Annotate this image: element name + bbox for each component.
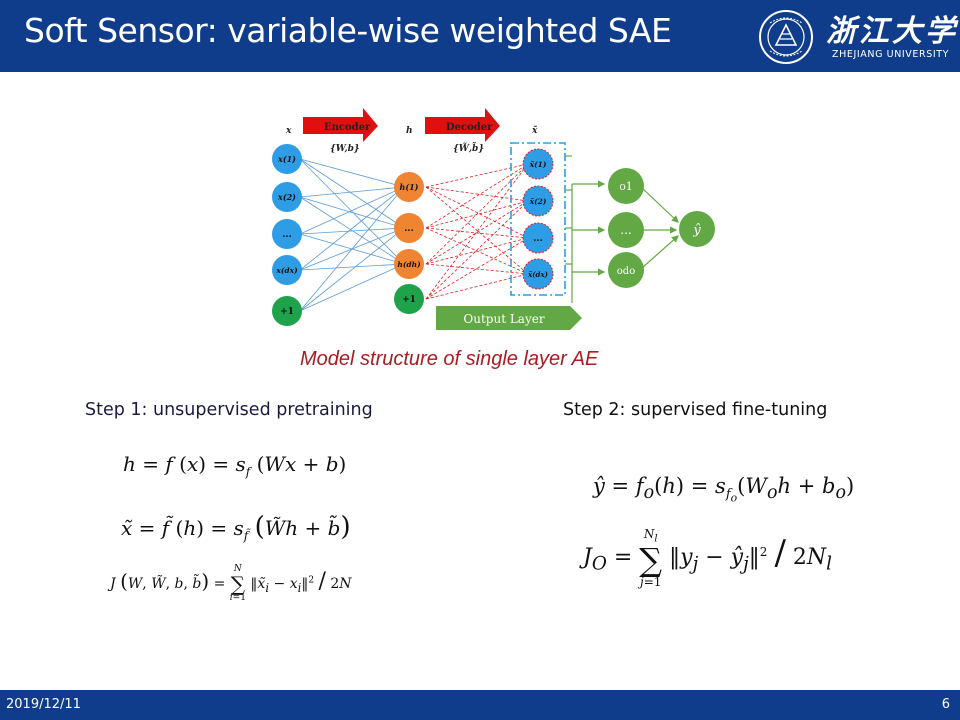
encoder-params: {W,b}: [330, 144, 360, 154]
prediction-equation: ŷ = fo(h) = sfo(Woh + bo): [593, 474, 855, 505]
diagram-caption: Model structure of single layer AE: [300, 348, 599, 370]
university-seal-icon: [759, 10, 813, 64]
encoder-equation: h = f (x) = sf (Wx + b): [123, 452, 347, 479]
hidden-node-label: h(1): [400, 182, 419, 192]
input-node-label: x(1): [277, 154, 296, 164]
output-node-label: o1: [619, 180, 633, 193]
supervised-loss-equation: JO = Nl ∑ j=1 ‖yj − ŷj‖2 / 2Nl: [583, 527, 833, 590]
final-output-label: ŷ: [692, 223, 701, 238]
university-name-chinese: 浙江大学: [826, 14, 958, 49]
page-number: 6: [941, 697, 950, 712]
footer-bar: 2019/12/11 6: [0, 690, 960, 720]
encoder-connections: [299, 158, 405, 312]
input-node-label: x(dx): [275, 266, 298, 275]
reconstruction-node-label: x̃(2): [529, 197, 547, 206]
reconstruction-node-label: x̃(1): [529, 160, 547, 169]
decoder-equation: x̃ = f̃ (h) = sf̃ (W̃h + b̃): [121, 512, 351, 543]
reconstruction-layer: x̃(1) x̃(2) ... x̃(dx): [522, 148, 554, 290]
output-node-label: odo: [617, 266, 635, 277]
input-layer: x(1) x(2) ... x(dx) +1: [272, 144, 302, 326]
hidden-layer-label: h: [406, 126, 413, 136]
input-node-label: +1: [280, 307, 294, 317]
reconstruction-loss-equation: J (W, W̃, b, b̃) = N ∑ i=1 ‖x̃i − xi‖2 / 2…: [110, 564, 352, 603]
reconstruction-node-label: ...: [533, 234, 542, 244]
decoder-label: Decoder: [446, 122, 493, 133]
step2-heading: Step 2: supervised fine-tuning: [563, 400, 828, 420]
hidden-node-label: +1: [402, 295, 416, 305]
hidden-node-label: ...: [404, 224, 413, 234]
title-bar: Soft Sensor: variable-wise weighted SAE …: [0, 0, 960, 72]
step1-heading: Step 1: unsupervised pretraining: [85, 400, 373, 420]
slide-title: Soft Sensor: variable-wise weighted SAE: [24, 11, 672, 50]
hidden-layer: h(1) ... h(dh) +1: [394, 172, 424, 314]
decoder-connections: [425, 162, 529, 300]
university-name-english: ZHEJIANG UNIVERSITY: [832, 49, 950, 60]
hidden-node-label: h(dh): [397, 260, 421, 269]
footer-date: 2019/12/11: [6, 697, 81, 712]
input-node-label: x(2): [277, 192, 296, 202]
decoder-params: {W̃,b̃}: [453, 141, 484, 154]
encoder-label: Encoder: [324, 122, 371, 133]
reconstruction-layer-label: x̃: [531, 125, 538, 136]
output-layer-label: Output Layer: [463, 312, 544, 326]
output-layer: o1 ... odo ŷ: [608, 168, 715, 288]
reconstruction-node-label: x̃(dx): [527, 270, 548, 279]
autoencoder-diagram: x h x̃ Encoder {W,b} Decoder {W̃,b̃} x(1…: [272, 108, 715, 330]
input-layer-label: x: [285, 126, 292, 136]
output-node-label: ...: [620, 223, 631, 237]
input-node-label: ...: [282, 230, 291, 240]
